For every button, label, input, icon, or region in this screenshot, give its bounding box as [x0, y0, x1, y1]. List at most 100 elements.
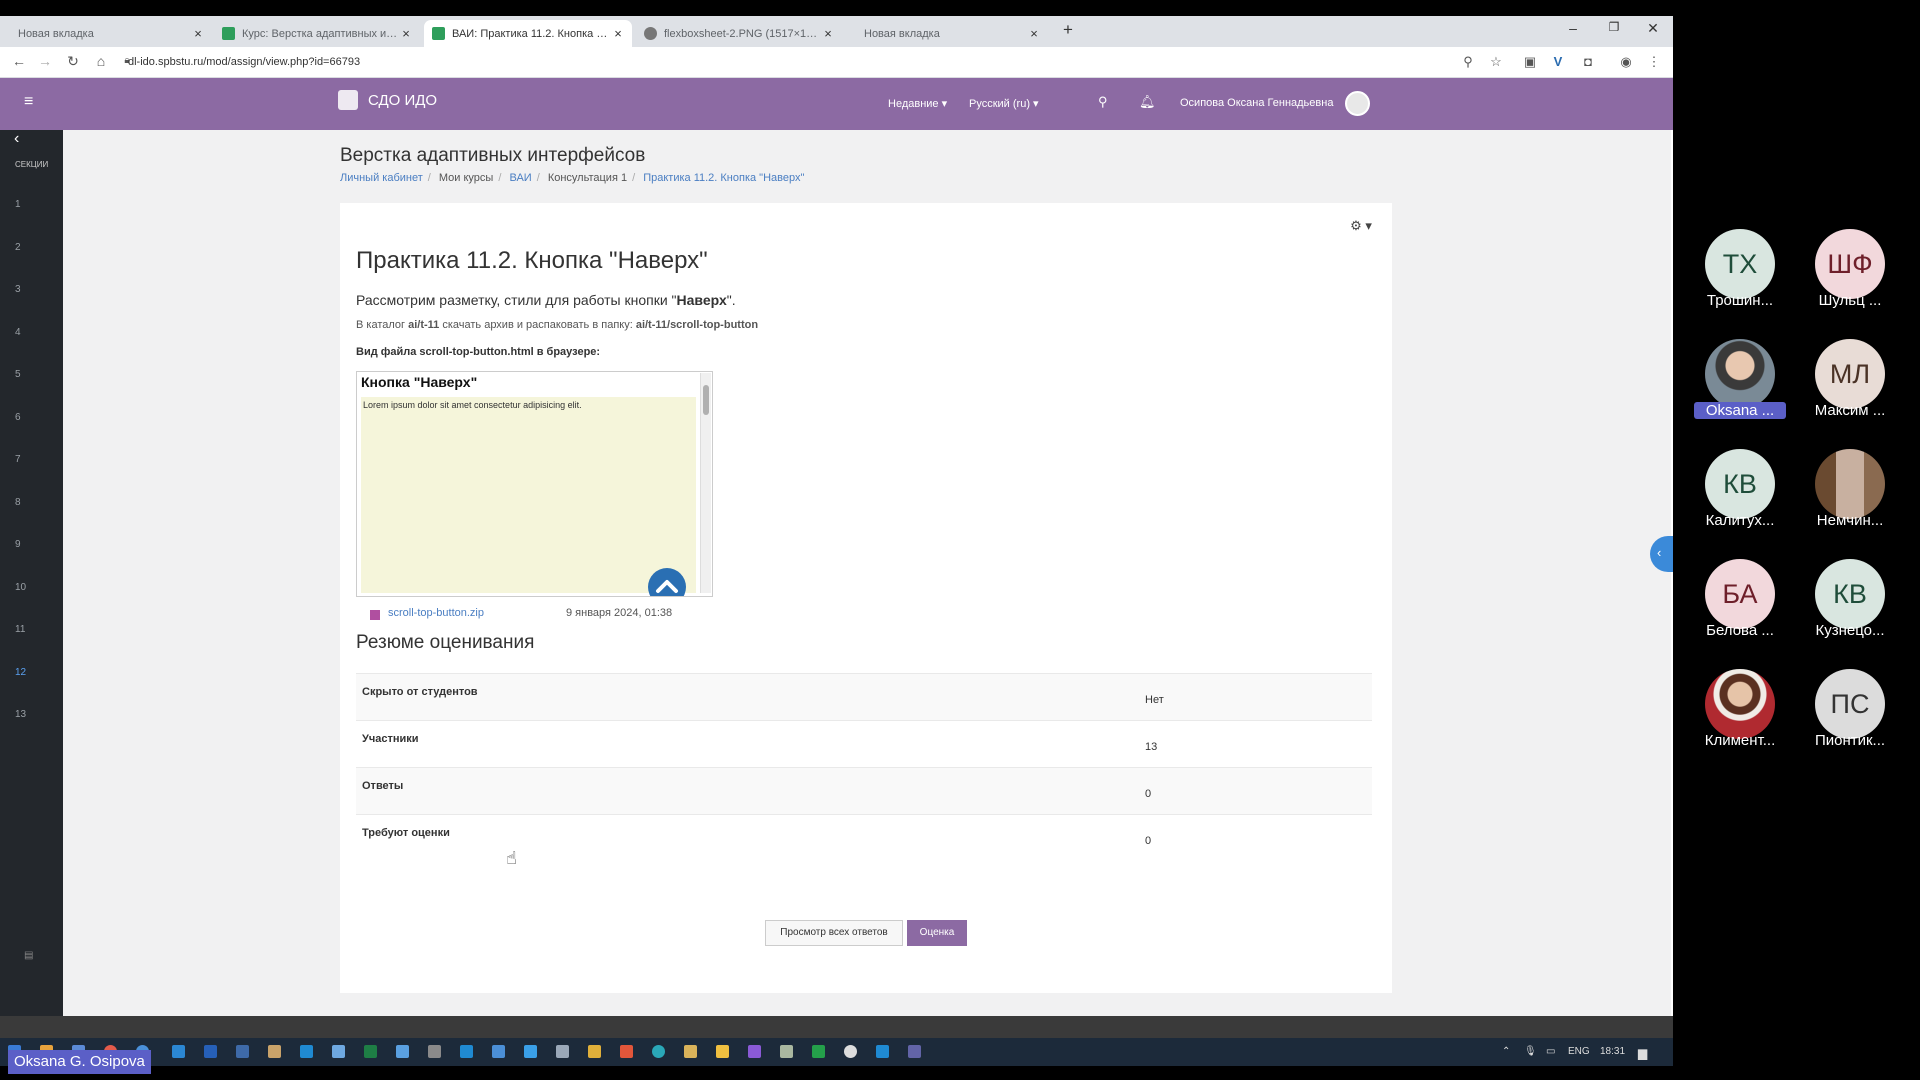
drawer-footer-icon[interactable]: ▤	[24, 950, 33, 961]
close-icon[interactable]: ×	[1026, 26, 1042, 41]
window-close-button[interactable]: ✕	[1643, 20, 1663, 37]
app-icon[interactable]	[428, 1045, 441, 1058]
app-icon[interactable]	[172, 1045, 185, 1058]
chrome-icon[interactable]	[844, 1045, 857, 1058]
browser-tab-new-2[interactable]: Новая вкладка ×	[846, 20, 1048, 47]
back-icon[interactable]: ←	[10, 53, 28, 69]
app-icon[interactable]	[684, 1045, 697, 1058]
participant-tile[interactable]: ТХ Трошин...	[1685, 229, 1795, 319]
hamburger-menu-icon[interactable]: ≡	[24, 93, 33, 111]
close-icon[interactable]: ×	[190, 26, 206, 41]
app-icon[interactable]	[812, 1045, 825, 1058]
tray-chevron-icon[interactable]: ⌃	[1502, 1046, 1510, 1057]
sidebar-item-section-4[interactable]: 4	[15, 327, 21, 338]
app-icon[interactable]	[332, 1045, 345, 1058]
bookmark-star-icon[interactable]: ☆	[1488, 54, 1504, 70]
gear-icon[interactable]: ⚙ ▾	[1346, 215, 1376, 237]
attachment-link[interactable]: scroll-top-button.zip	[388, 607, 484, 619]
participant-tile[interactable]: МЛ Максим ...	[1795, 339, 1905, 429]
app-icon[interactable]	[556, 1045, 569, 1058]
sidebar-item-section-7[interactable]: 7	[15, 454, 21, 465]
network-icon[interactable]: ▭	[1546, 1046, 1555, 1057]
sidebar-item-section-12[interactable]: 12	[15, 667, 26, 678]
profile-icon[interactable]: ◉	[1618, 54, 1634, 70]
sidebar-item-section-5[interactable]: 5	[15, 369, 21, 380]
participant-tile[interactable]: Немчин...	[1795, 449, 1905, 539]
breadcrumb-assignment[interactable]: Практика 11.2. Кнопка "Наверх"	[643, 172, 804, 184]
sidebar-item-section-2[interactable]: 2	[15, 242, 21, 253]
participant-tile[interactable]: БА Белова ...	[1685, 559, 1795, 649]
grade-button[interactable]: Оценка	[907, 920, 967, 946]
participant-tile[interactable]: Климент...	[1685, 669, 1795, 759]
excel-icon[interactable]	[364, 1045, 377, 1058]
search-icon[interactable]: ⚲	[1098, 94, 1108, 110]
user-menu[interactable]: Осипова Оксана Геннадьевна	[1180, 97, 1333, 109]
avatar[interactable]	[1345, 91, 1370, 116]
view-all-submissions-button[interactable]: Просмотр всех ответов	[765, 920, 903, 946]
browser-tab-new-1[interactable]: Новая вкладка ×	[0, 20, 212, 47]
bell-icon[interactable]: 🔔︎	[1139, 94, 1156, 110]
clock[interactable]: 18:31	[1600, 1046, 1625, 1057]
participant-tile[interactable]: ШФ Шульц ...	[1795, 229, 1905, 319]
app-icon[interactable]	[780, 1045, 793, 1058]
breadcrumb-section: Консультация 1	[547, 172, 628, 184]
close-icon[interactable]: ×	[398, 26, 414, 41]
browser-tab-assignment[interactable]: ВАИ: Практика 11.2. Кнопка "Наверх" ×	[424, 20, 632, 47]
app-icon[interactable]	[236, 1045, 249, 1058]
camera-icon[interactable]: ◘	[1580, 54, 1596, 69]
app-icon[interactable]	[652, 1045, 665, 1058]
app-icon[interactable]	[588, 1045, 601, 1058]
app-icon[interactable]	[268, 1045, 281, 1058]
sidebar-item-section-1[interactable]: 1	[15, 199, 21, 210]
sidebar-item-section-11[interactable]: 11	[15, 624, 25, 635]
notification-icon[interactable]: ▆	[1638, 1046, 1647, 1060]
participant-tile[interactable]: КВ Калитух...	[1685, 449, 1795, 539]
sidebar-item-section-13[interactable]: 13	[15, 709, 26, 720]
word-icon[interactable]	[204, 1045, 217, 1058]
browser-tab-image[interactable]: flexboxsheet-2.PNG (1517×1000) ×	[636, 20, 842, 47]
teams-icon[interactable]	[908, 1045, 921, 1058]
language-dropdown[interactable]: Русский (ru) ▾	[969, 97, 1039, 110]
vscode-icon[interactable]	[460, 1045, 473, 1058]
reload-icon[interactable]: ↻	[64, 53, 82, 70]
app-icon[interactable]	[748, 1045, 761, 1058]
site-logo-icon[interactable]	[338, 90, 358, 110]
site-name[interactable]: СДО ИДО	[368, 92, 437, 109]
zoom-icon[interactable]: ⚲	[1460, 54, 1476, 70]
forward-icon[interactable]: →	[36, 53, 54, 69]
restore-button[interactable]: ❐	[1604, 20, 1624, 34]
breadcrumb-dashboard[interactable]: Личный кабинет	[340, 172, 423, 184]
extension-v-icon[interactable]: V	[1550, 54, 1566, 69]
close-icon[interactable]: ×	[610, 26, 626, 41]
brave-icon[interactable]	[620, 1045, 633, 1058]
browser-tab-course[interactable]: Курс: Верстка адаптивных интерфейсов ×	[214, 20, 420, 47]
extension-icon[interactable]: ▣	[1522, 54, 1538, 70]
page-footer	[0, 1016, 1673, 1038]
breadcrumb-course[interactable]: ВАИ	[509, 172, 531, 184]
minimize-button[interactable]: –	[1563, 20, 1583, 36]
participant-tile[interactable]: Oksana ...	[1685, 339, 1795, 429]
new-tab-button[interactable]: +	[1058, 20, 1078, 40]
close-icon[interactable]: ×	[820, 26, 836, 41]
address-bar[interactable]: dl-ido.spbstu.ru/mod/assign/view.php?id=…	[128, 51, 1428, 73]
chevron-left-icon[interactable]: ‹	[14, 130, 19, 148]
sidebar-item-section-3[interactable]: 3	[15, 284, 21, 295]
participant-name: Немчин...	[1816, 512, 1884, 529]
home-icon[interactable]: ⌂	[92, 53, 110, 69]
sidebar-item-section-9[interactable]: 9	[15, 539, 21, 550]
vscode-icon[interactable]	[876, 1045, 889, 1058]
input-language[interactable]: ENG	[1568, 1046, 1590, 1057]
menu-kebab-icon[interactable]: ⋮	[1646, 54, 1662, 70]
participant-tile[interactable]: КВ Кузнецо...	[1795, 559, 1905, 649]
microphone-icon[interactable]: 🎙︎	[1524, 1046, 1537, 1057]
vscode-icon[interactable]	[300, 1045, 313, 1058]
recent-dropdown[interactable]: Недавние ▾	[888, 97, 947, 110]
sidebar-item-section-6[interactable]: 6	[15, 412, 21, 423]
sidebar-item-section-8[interactable]: 8	[15, 497, 21, 508]
app-icon[interactable]	[396, 1045, 409, 1058]
sidebar-item-section-10[interactable]: 10	[15, 582, 26, 593]
folder-icon[interactable]	[716, 1045, 729, 1058]
participant-tile[interactable]: ПС Пионтик...	[1795, 669, 1905, 759]
app-icon[interactable]	[524, 1045, 537, 1058]
app-icon[interactable]	[492, 1045, 505, 1058]
